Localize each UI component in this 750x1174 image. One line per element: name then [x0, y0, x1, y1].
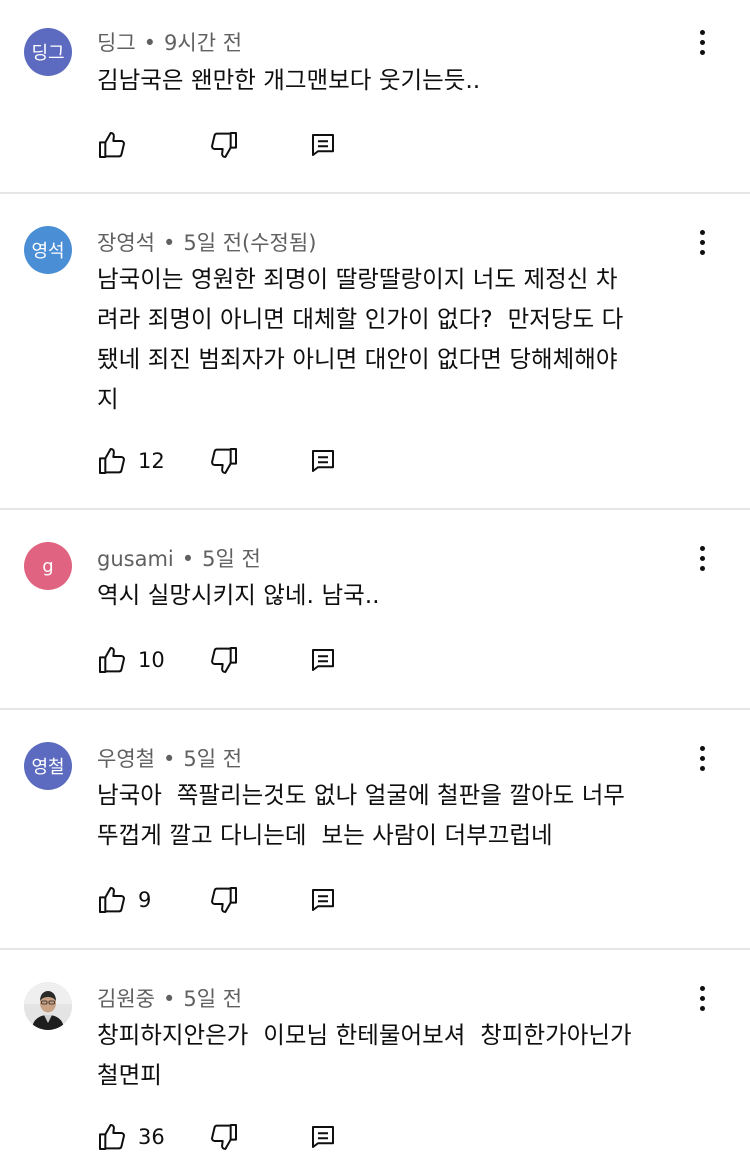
more-options-icon[interactable] — [688, 540, 716, 576]
comment-text: 남국이는 영원한 죄명이 딸랑딸랑이지 너도 제정신 차 려라 죄명이 아니면 … — [97, 265, 624, 413]
separator-dot: • — [162, 987, 176, 1011]
separator-dot: • — [162, 231, 176, 255]
author-name[interactable]: 우영철 — [97, 747, 155, 771]
comment-time[interactable]: 9시간 전 — [164, 31, 242, 55]
avatar[interactable]: 딩그 — [24, 28, 72, 76]
thumbs-up-icon — [99, 647, 125, 673]
like-count: 10 — [138, 648, 165, 672]
comment-time[interactable]: 5일 전 — [202, 547, 261, 571]
thumbs-down-icon — [211, 887, 237, 913]
thumbs-up-icon — [99, 887, 125, 913]
dislike-button[interactable] — [208, 1121, 308, 1153]
divider — [0, 192, 750, 194]
comment-time[interactable]: 5일 전(수정됨) — [183, 231, 316, 255]
comment-actions: 12 — [96, 445, 338, 477]
separator-dot: • — [143, 31, 157, 55]
comment-icon — [312, 889, 334, 911]
divider — [0, 708, 750, 710]
like-button[interactable]: 36 — [96, 1121, 206, 1153]
like-count: 9 — [138, 888, 152, 912]
comment-meta: 우영철 • 5일 전 — [97, 743, 242, 773]
thumbs-down-icon — [211, 647, 237, 673]
more-options-icon[interactable] — [688, 980, 716, 1016]
thumbs-down-icon — [211, 448, 237, 474]
avatar[interactable]: 영석 — [24, 226, 72, 274]
separator-dot: • — [162, 747, 176, 771]
like-button[interactable]: 10 — [96, 644, 206, 676]
comment-meta: gusami • 5일 전 — [97, 543, 261, 573]
comment-actions: 36 — [96, 1121, 338, 1153]
author-name[interactable]: gusami — [97, 547, 174, 571]
comment-text: 역시 실망시키지 않네. 남국.. — [97, 581, 380, 609]
thumbs-up-icon — [99, 132, 125, 158]
comment-actions: 9 — [96, 884, 338, 916]
author-name[interactable]: 김원중 — [97, 987, 155, 1011]
thumbs-up-icon — [99, 1124, 125, 1150]
comment-actions: 10 — [96, 644, 338, 676]
comment-icon — [312, 450, 334, 472]
comment-meta: 딩그 • 9시간 전 — [97, 27, 242, 57]
comment-icon — [312, 649, 334, 671]
comment-actions — [96, 129, 338, 161]
more-options-icon[interactable] — [688, 224, 716, 260]
comment-icon — [312, 134, 334, 156]
more-options-icon[interactable] — [688, 24, 716, 60]
like-count: 12 — [138, 449, 165, 473]
like-button[interactable]: 9 — [96, 884, 206, 916]
thumbs-down-icon — [211, 1124, 237, 1150]
like-button[interactable] — [96, 129, 206, 161]
separator-dot: • — [181, 547, 195, 571]
comment-icon — [312, 1126, 334, 1148]
reply-button[interactable] — [308, 130, 338, 160]
comment-time[interactable]: 5일 전 — [183, 747, 242, 771]
comment-text: 남국아 쪽팔리는것도 없나 얼굴에 철판을 깔아도 너무 뚜껍게 깔고 다니는데… — [97, 781, 625, 849]
like-count: 36 — [138, 1125, 165, 1149]
like-button[interactable]: 12 — [96, 445, 206, 477]
reply-button[interactable] — [308, 645, 338, 675]
comment-text: 창피하지안은가 이모님 한테물어보셔 창피한가아닌가 철면피 — [97, 1021, 632, 1089]
reply-button[interactable] — [308, 1122, 338, 1152]
avatar[interactable]: 영철 — [24, 742, 72, 790]
dislike-button[interactable] — [208, 884, 308, 916]
divider — [0, 508, 750, 510]
comment-meta: 김원중 • 5일 전 — [97, 983, 242, 1013]
more-options-icon[interactable] — [688, 740, 716, 776]
thumbs-down-icon — [211, 132, 237, 158]
comment-meta: 장영석 • 5일 전(수정됨) — [97, 227, 316, 257]
comment-text: 김남국은 왠만한 개그맨보다 웃기는듯.. — [97, 66, 481, 94]
divider — [0, 948, 750, 950]
dislike-button[interactable] — [208, 129, 308, 161]
author-name[interactable]: 장영석 — [97, 231, 155, 255]
avatar-photo[interactable] — [24, 982, 72, 1030]
author-name[interactable]: 딩그 — [97, 31, 136, 55]
person-photo-icon — [24, 982, 72, 1030]
dislike-button[interactable] — [208, 445, 308, 477]
avatar[interactable]: g — [24, 542, 72, 590]
thumbs-up-icon — [99, 448, 125, 474]
reply-button[interactable] — [308, 446, 338, 476]
dislike-button[interactable] — [208, 644, 308, 676]
comment-time[interactable]: 5일 전 — [183, 987, 242, 1011]
reply-button[interactable] — [308, 885, 338, 915]
